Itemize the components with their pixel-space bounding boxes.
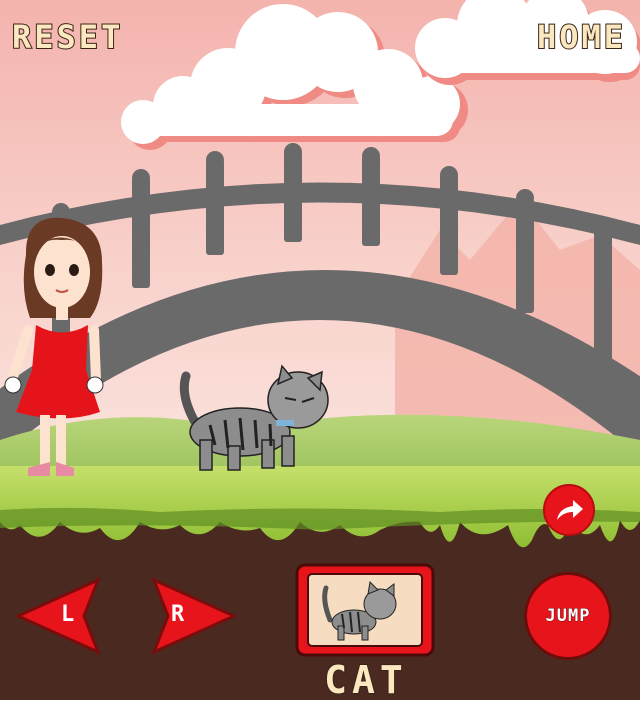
share-arrow-icon — [557, 500, 583, 520]
share-button[interactable] — [543, 484, 595, 536]
right-arrow-icon — [151, 577, 238, 655]
left-button-label: L — [61, 602, 75, 627]
jump-button[interactable]: JUMP — [524, 572, 612, 660]
right-button-label: R — [171, 602, 185, 627]
character-card-frame — [295, 563, 435, 657]
reset-button[interactable]: RESET — [11, 17, 123, 57]
left-arrow-icon — [14, 577, 101, 655]
move-right-button[interactable]: R — [146, 576, 238, 656]
jump-button-label: JUMP — [545, 606, 591, 627]
character-name-label: CAT — [323, 657, 408, 703]
character-select-card[interactable] — [294, 562, 436, 658]
move-left-button[interactable]: L — [14, 576, 106, 656]
home-button[interactable]: HOME — [536, 17, 626, 57]
